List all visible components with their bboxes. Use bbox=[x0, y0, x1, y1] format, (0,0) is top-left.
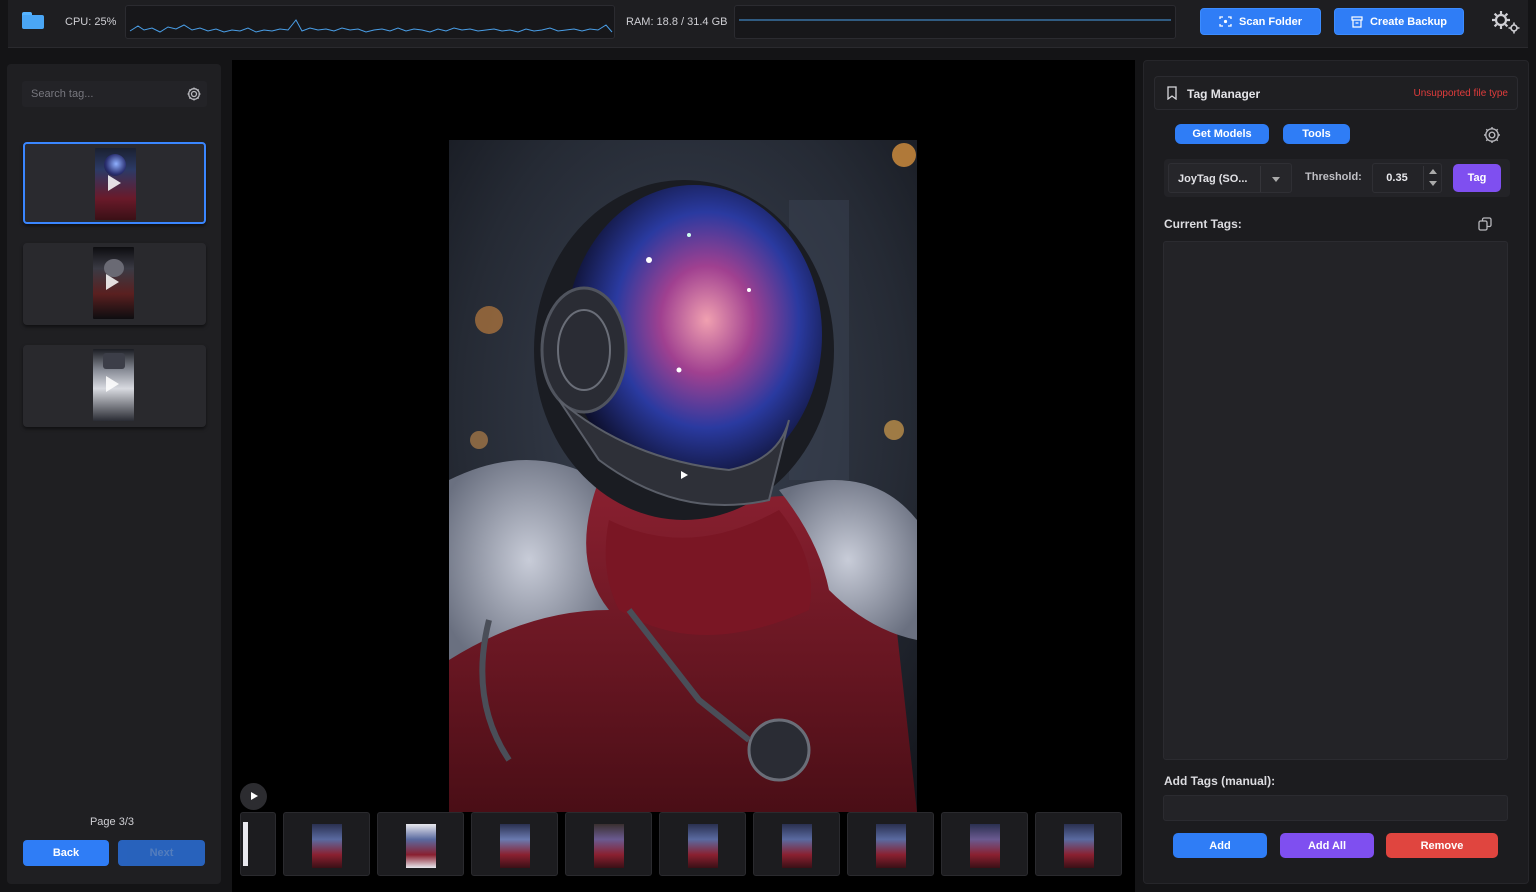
scan-folder-label: Scan Folder bbox=[1239, 15, 1302, 28]
media-list-item[interactable] bbox=[23, 243, 206, 325]
threshold-spinbox[interactable] bbox=[1372, 163, 1442, 193]
tools-button[interactable]: Tools bbox=[1283, 124, 1350, 144]
ram-graph bbox=[734, 5, 1176, 39]
media-viewer bbox=[232, 60, 1135, 892]
play-overlay-icon bbox=[108, 175, 121, 191]
play-button[interactable] bbox=[240, 783, 267, 810]
page-indicator: Page 3/3 bbox=[89, 816, 135, 828]
threshold-stepper[interactable] bbox=[1423, 166, 1441, 190]
unsupported-file-warning: Unsupported file type bbox=[1413, 88, 1508, 99]
top-toolbar: CPU: 25% RAM: 18.8 / 31.4 GB Scan Folder… bbox=[8, 0, 1528, 48]
remove-button[interactable]: Remove bbox=[1386, 833, 1498, 858]
current-tags-list[interactable] bbox=[1163, 241, 1508, 760]
media-sidebar: Search tag... Page 3/3 Back Next bbox=[7, 64, 221, 884]
add-all-button[interactable]: Add All bbox=[1280, 833, 1374, 858]
add-button[interactable]: Add bbox=[1173, 833, 1267, 858]
get-models-button[interactable]: Get Models bbox=[1175, 124, 1269, 144]
cpu-usage-label: CPU: 25% bbox=[65, 16, 117, 28]
tag-manager-panel: Tag Manager Unsupported file type Get Mo… bbox=[1143, 60, 1529, 884]
tag-manager-header: Tag Manager Unsupported file type bbox=[1154, 76, 1518, 110]
media-list-item[interactable] bbox=[23, 345, 206, 427]
ram-usage-label: RAM: 18.8 / 31.4 GB bbox=[626, 16, 728, 28]
back-button[interactable]: Back bbox=[23, 840, 109, 866]
tagger-settings-gear-icon[interactable] bbox=[1482, 125, 1502, 145]
create-backup-button[interactable]: Create Backup bbox=[1334, 8, 1464, 35]
filmstrip-frame[interactable] bbox=[283, 812, 370, 876]
filmstrip-frame[interactable] bbox=[471, 812, 558, 876]
filmstrip-frame[interactable] bbox=[565, 812, 652, 876]
increment-arrow-icon[interactable] bbox=[1429, 169, 1437, 174]
media-thumbnail bbox=[95, 148, 136, 220]
threshold-input[interactable] bbox=[1373, 164, 1421, 192]
filmstrip-frame[interactable] bbox=[1035, 812, 1122, 876]
add-tags-input[interactable] bbox=[1163, 795, 1508, 821]
chevron-down-icon bbox=[1272, 177, 1280, 182]
tag-manager-title: Tag Manager bbox=[1187, 87, 1261, 101]
scan-folder-button[interactable]: Scan Folder bbox=[1200, 8, 1321, 35]
media-thumbnail bbox=[93, 247, 134, 319]
filmstrip-frame[interactable] bbox=[753, 812, 840, 876]
create-backup-label: Create Backup bbox=[1369, 15, 1448, 28]
search-settings-gear-icon[interactable] bbox=[185, 85, 203, 103]
cpu-graph bbox=[125, 5, 615, 39]
current-tags-label: Current Tags: bbox=[1164, 217, 1242, 231]
decrement-arrow-icon[interactable] bbox=[1429, 181, 1437, 186]
media-thumbnail bbox=[93, 349, 134, 421]
next-button[interactable]: Next bbox=[118, 840, 205, 866]
backup-icon bbox=[1351, 15, 1363, 28]
frame-filmstrip bbox=[240, 812, 1122, 876]
threshold-label: Threshold: bbox=[1305, 171, 1362, 183]
bookmark-tag-icon bbox=[1167, 86, 1177, 100]
play-overlay-icon bbox=[106, 376, 119, 392]
filmstrip-frame[interactable] bbox=[377, 812, 464, 876]
settings-gear-icon[interactable] bbox=[1488, 8, 1522, 36]
model-select-value: JoyTag (SO... bbox=[1178, 173, 1248, 185]
copy-tags-icon[interactable] bbox=[1477, 216, 1493, 232]
folder-icon[interactable] bbox=[22, 12, 44, 29]
scan-icon bbox=[1219, 16, 1232, 27]
media-list-item[interactable] bbox=[23, 142, 206, 224]
filmstrip-frame[interactable] bbox=[659, 812, 746, 876]
center-play-icon[interactable] bbox=[681, 471, 688, 479]
add-tags-label: Add Tags (manual): bbox=[1164, 774, 1276, 788]
search-tag-input[interactable]: Search tag... bbox=[31, 88, 93, 100]
tagger-controls-row: JoyTag (SO... Threshold: Tag bbox=[1164, 159, 1510, 197]
filmstrip-frame[interactable] bbox=[240, 812, 276, 876]
filmstrip-frame[interactable] bbox=[941, 812, 1028, 876]
play-overlay-icon bbox=[106, 274, 119, 290]
model-select-dropdown[interactable]: JoyTag (SO... bbox=[1168, 163, 1292, 193]
search-tag-field[interactable]: Search tag... bbox=[22, 81, 207, 107]
tag-button[interactable]: Tag bbox=[1453, 164, 1501, 192]
filmstrip-frame[interactable] bbox=[847, 812, 934, 876]
